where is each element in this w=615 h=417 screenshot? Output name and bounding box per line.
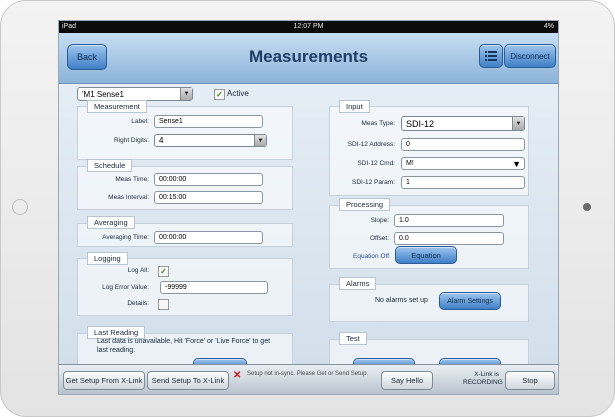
sdi-address-input[interactable]: 0 <box>401 138 525 151</box>
x-icon: ✕ <box>233 370 242 381</box>
averaging-header: Averaging <box>87 216 135 229</box>
app-screen: iPad 12:07 PM 4% Back Measurements Disco… <box>58 20 559 395</box>
sdi-cmd-caption: SDI-12 Cmd: <box>357 160 395 167</box>
send-setup-button[interactable]: Send Setup To X-Link <box>147 371 229 390</box>
processing-header: Processing <box>339 198 391 211</box>
right-digits-caption: Right Digits: <box>113 137 149 144</box>
slope-caption: Slope: <box>370 217 389 224</box>
log-all-caption: Log All: <box>127 267 149 274</box>
sdi-param-input[interactable]: 1 <box>401 176 525 189</box>
meas-time-input[interactable]: 00:00:00 <box>154 173 263 186</box>
log-error-input[interactable]: -99999 <box>160 281 268 294</box>
list-icon <box>485 51 497 61</box>
sdi-cmd-value: M! <box>406 160 414 167</box>
ipad-frame: iPad 12:07 PM 4% Back Measurements Disco… <box>0 0 615 417</box>
offset-caption: Offset: <box>369 235 389 242</box>
right-digits-select[interactable]: 4 ▼ <box>154 134 267 147</box>
recording-status: X-Link is RECORDING <box>463 371 503 386</box>
status-bar: iPad 12:07 PM 4% <box>59 21 558 33</box>
meas-interval-caption: Meas Interval: <box>108 194 149 201</box>
nav-bar: Back Measurements Disconnect <box>59 33 558 84</box>
last-reading-message: Last data is unavailable, Hit 'Force' or… <box>97 338 271 354</box>
meas-type-value: SDI-12 <box>406 118 435 129</box>
label-caption: Label: <box>131 118 149 125</box>
meas-interval-input[interactable]: 00:15:00 <box>154 191 263 204</box>
offset-input[interactable]: 0.0 <box>394 232 504 245</box>
log-error-caption: Log Error Value: <box>102 284 149 291</box>
active-checkbox[interactable]: ✓ <box>214 89 225 100</box>
meas-type-select[interactable]: SDI-12 ▼ <box>401 116 525 131</box>
details-caption: Details: <box>127 300 149 307</box>
averaging-time-caption: Averaging Time: <box>102 234 149 241</box>
log-all-checkbox[interactable]: ✓ <box>158 266 169 277</box>
schedule-header: Schedule <box>87 159 133 172</box>
measurement-select[interactable]: 'M1 Sense1 ▼ <box>77 87 193 101</box>
clock: 12:07 PM <box>293 23 324 30</box>
chevron-down-icon: ▼ <box>254 135 266 146</box>
bottom-toolbar: Get Setup From X-Link Send Setup To X-Li… <box>59 364 558 394</box>
measurement-header: Measurement <box>87 100 147 113</box>
equation-button[interactable]: Equation <box>395 246 457 264</box>
sdi-param-caption: SDI-12 Param: <box>352 179 395 186</box>
get-setup-button[interactable]: Get Setup From X-Link <box>63 371 145 390</box>
chevron-down-icon: ▼ <box>180 88 192 100</box>
right-digits-value: 4 <box>159 136 164 145</box>
sync-warning: Setup not in-sync. Please Get or Send Se… <box>247 371 369 377</box>
logging-header: Logging <box>87 252 128 265</box>
measurement-select-value: 'M1 Sense1 <box>82 89 124 99</box>
sdi-cmd-select[interactable]: M! ▼ <box>401 157 525 170</box>
stop-button[interactable]: Stop <box>505 371 555 390</box>
list-button[interactable] <box>479 44 503 68</box>
measurement-form: 'M1 Sense1 ▼ ✓ Active Measurement Label:… <box>59 84 558 371</box>
active-label: Active <box>227 89 249 98</box>
equation-status: Equation Off <box>353 253 390 260</box>
details-checkbox[interactable] <box>158 299 169 310</box>
battery-label: 4% <box>543 23 554 30</box>
disconnect-button[interactable]: Disconnect <box>504 44 556 68</box>
test-header: Test <box>339 332 367 345</box>
alarm-settings-button[interactable]: Alarm Settings <box>439 292 501 310</box>
label-input[interactable]: Sense1 <box>154 115 263 128</box>
averaging-time-input[interactable]: 00:00:00 <box>154 231 263 244</box>
input-header: Input <box>339 100 370 113</box>
alarms-message: No alarms set up <box>375 297 428 304</box>
meas-time-caption: Meas Time: <box>115 176 149 183</box>
chevron-down-icon: ▼ <box>512 117 524 130</box>
say-hello-button[interactable]: Say Hello <box>381 371 433 390</box>
alarms-header: Alarms <box>339 277 377 290</box>
slope-input[interactable]: 1.0 <box>394 214 504 227</box>
sdi-address-caption: SDI-12 Address: <box>347 141 395 148</box>
meas-type-caption: Meas Type: <box>361 120 395 127</box>
caret-down-icon: ▼ <box>512 158 521 169</box>
home-button[interactable] <box>12 199 28 215</box>
camera <box>583 203 591 211</box>
